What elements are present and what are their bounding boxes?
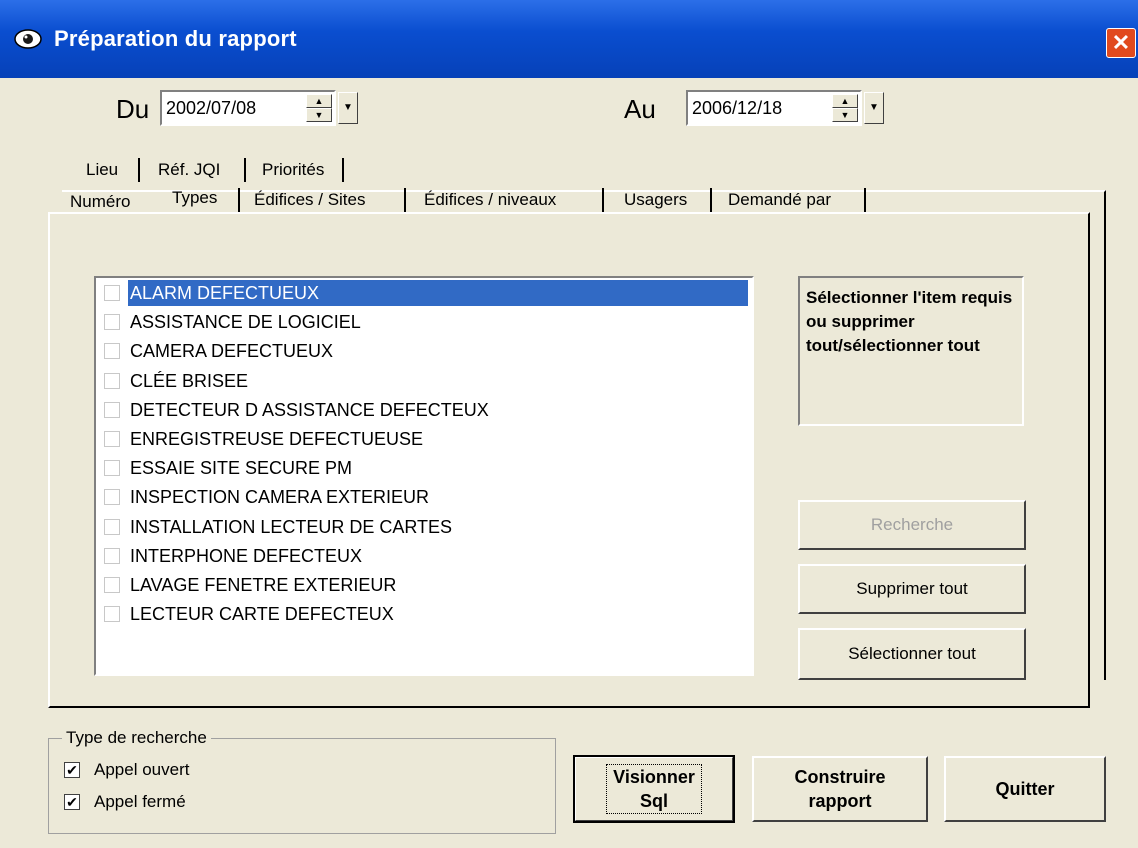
tab-lieu[interactable]: Lieu: [86, 160, 118, 180]
spin-up-icon[interactable]: ▲: [832, 94, 858, 108]
tab-divider: [138, 158, 140, 182]
tab-numero[interactable]: Numéro: [70, 192, 130, 212]
tab-divider: [864, 188, 866, 212]
list-item-checkbox[interactable]: [104, 547, 120, 564]
build-report-button[interactable]: Construire rapport: [752, 756, 928, 822]
select-all-button-label: Sélectionner tout: [848, 644, 976, 663]
tab-divider: [404, 188, 406, 212]
view-sql-button[interactable]: Visionner Sql: [573, 755, 735, 823]
list-item-label: DETECTEUR D ASSISTANCE DEFECTEUX: [130, 399, 489, 420]
list-item[interactable]: LECTEUR CARTE DEFECTEUX: [102, 601, 748, 627]
open-call-label: Appel ouvert: [94, 760, 190, 779]
list-item-label: ESSAIE SITE SECURE PM: [130, 458, 353, 479]
build-report-label-1: Construire: [794, 767, 886, 787]
to-date-value: 2006/12/18: [692, 98, 783, 118]
list-item-label: INSPECTION CAMERA EXTERIEUR: [130, 487, 430, 508]
from-date-label: Du: [116, 94, 150, 124]
list-item[interactable]: ESSAIE SITE SECURE PM: [102, 455, 748, 481]
tab-demande-par[interactable]: Demandé par: [728, 190, 831, 210]
list-item-label: ASSISTANCE DE LOGICIEL: [130, 312, 361, 333]
list-item-label: ENREGISTREUSE DEFECTUEUSE: [130, 429, 424, 449]
list-item-checkbox[interactable]: [104, 314, 120, 331]
spin-up-icon[interactable]: ▲: [306, 94, 332, 108]
list-item[interactable]: INTERPHONE DEFECTEUX: [102, 543, 748, 569]
chevron-down-icon: ▼: [869, 102, 879, 113]
search-button[interactable]: Recherche: [798, 500, 1026, 550]
check-icon[interactable]: ✔: [64, 794, 80, 810]
view-sql-label-2: Sql: [639, 791, 668, 811]
from-date-spinner[interactable]: ▲ ▼: [306, 94, 332, 122]
types-checklist[interactable]: ALARM DEFECTUEUX ASSISTANCE DE LOGICIEL CA…: [94, 276, 754, 676]
chevron-down-icon: ▼: [343, 102, 353, 113]
list-item-checkbox[interactable]: [104, 460, 120, 477]
title-bar: Préparation du rapport ✕: [0, 0, 1138, 78]
eye-icon: [14, 29, 42, 49]
list-item-checkbox[interactable]: [104, 401, 120, 418]
list-item[interactable]: INSPECTION CAMERA EXTERIEUR: [102, 484, 748, 510]
tab-divider: [342, 158, 344, 182]
closed-call-label: Appel fermé: [94, 792, 186, 811]
from-date-value: 2002/07/08: [166, 98, 257, 118]
tab-divider: [710, 188, 712, 212]
list-item-checkbox[interactable]: [104, 372, 120, 389]
tab-divider: [238, 188, 240, 212]
to-date-dropdown-button[interactable]: ▼: [864, 92, 884, 124]
remove-all-button-label: Supprimer tout: [856, 579, 968, 598]
list-item-checkbox[interactable]: [104, 518, 120, 535]
tab-usagers[interactable]: Usagers: [624, 190, 687, 210]
search-type-label: Type de recherche: [62, 728, 211, 748]
list-item-label: INTERPHONE DEFECTEUX: [130, 545, 363, 566]
tab-priorites[interactable]: Priorités: [262, 160, 324, 180]
list-item[interactable]: ENREGISTREUSE DEFECTUEUSE: [102, 426, 748, 452]
check-icon[interactable]: ✔: [64, 762, 80, 778]
tab-divider: [244, 158, 246, 182]
from-date-field[interactable]: 2002/07/08 ▲ ▼: [160, 90, 336, 126]
list-item[interactable]: LAVAGE FENETRE EXTERIEUR: [102, 572, 748, 598]
tab-edifices-sites[interactable]: Édifices / Sites: [254, 190, 366, 210]
search-type-group: [48, 738, 556, 834]
to-date-field[interactable]: 2006/12/18 ▲ ▼: [686, 90, 862, 126]
select-all-button[interactable]: Sélectionner tout: [798, 628, 1026, 680]
list-item[interactable]: CAMERA DEFECTUEUX: [102, 338, 748, 364]
view-sql-label-1: Visionner: [613, 767, 695, 787]
instruction-box: Sélectionner l'item requis ou supprimer …: [798, 276, 1024, 426]
build-report-label-2: rapport: [808, 791, 872, 811]
tab-edifices-niveaux[interactable]: Édifices / niveaux: [424, 190, 556, 210]
list-item-label: CAMERA DEFECTUEUX: [130, 341, 334, 362]
list-item-checkbox[interactable]: [104, 606, 120, 623]
list-item[interactable]: CLÉE BRISEE: [102, 368, 748, 394]
list-item-label: LECTEUR CARTE DEFECTEUX: [130, 604, 394, 625]
spin-down-icon[interactable]: ▼: [832, 108, 858, 122]
list-item-label: ALARM DEFECTUEUX: [128, 280, 324, 306]
from-date-dropdown-button[interactable]: ▼: [338, 92, 358, 124]
list-item-checkbox[interactable]: [104, 489, 120, 506]
window-title: Préparation du rapport: [54, 26, 297, 51]
tab-types[interactable]: Types: [172, 188, 217, 208]
list-item[interactable]: ALARM DEFECTUEUX: [102, 280, 748, 306]
tab-divider: [602, 188, 604, 212]
list-item-label: LAVAGE FENETRE EXTERIEUR: [130, 575, 397, 595]
to-date-label: Au: [624, 94, 656, 124]
spin-down-icon[interactable]: ▼: [306, 108, 332, 122]
tab-ref-jqi[interactable]: Réf. JQI: [158, 160, 220, 180]
quit-button[interactable]: Quitter: [944, 756, 1106, 822]
list-item[interactable]: ASSISTANCE DE LOGICIEL: [102, 309, 748, 335]
list-item[interactable]: INSTALLATION LECTEUR DE CARTES: [102, 514, 748, 540]
list-item-checkbox[interactable]: [104, 577, 120, 593]
to-date-spinner[interactable]: ▲ ▼: [832, 94, 858, 122]
list-item-checkbox[interactable]: [104, 343, 120, 360]
list-item-label: CLÉE BRISEE: [130, 370, 249, 391]
list-item-checkbox[interactable]: [104, 431, 120, 447]
remove-all-button[interactable]: Supprimer tout: [798, 564, 1026, 614]
list-item-label: INSTALLATION LECTEUR DE CARTES: [130, 516, 453, 537]
focus-rect: Visionner Sql: [606, 764, 702, 814]
search-button-label: Recherche: [870, 515, 954, 534]
quit-button-label: Quitter: [995, 779, 1055, 799]
list-item-checkbox[interactable]: [104, 285, 120, 301]
close-button[interactable]: ✕: [1106, 28, 1136, 58]
list-item[interactable]: DETECTEUR D ASSISTANCE DEFECTEUX: [102, 397, 748, 423]
